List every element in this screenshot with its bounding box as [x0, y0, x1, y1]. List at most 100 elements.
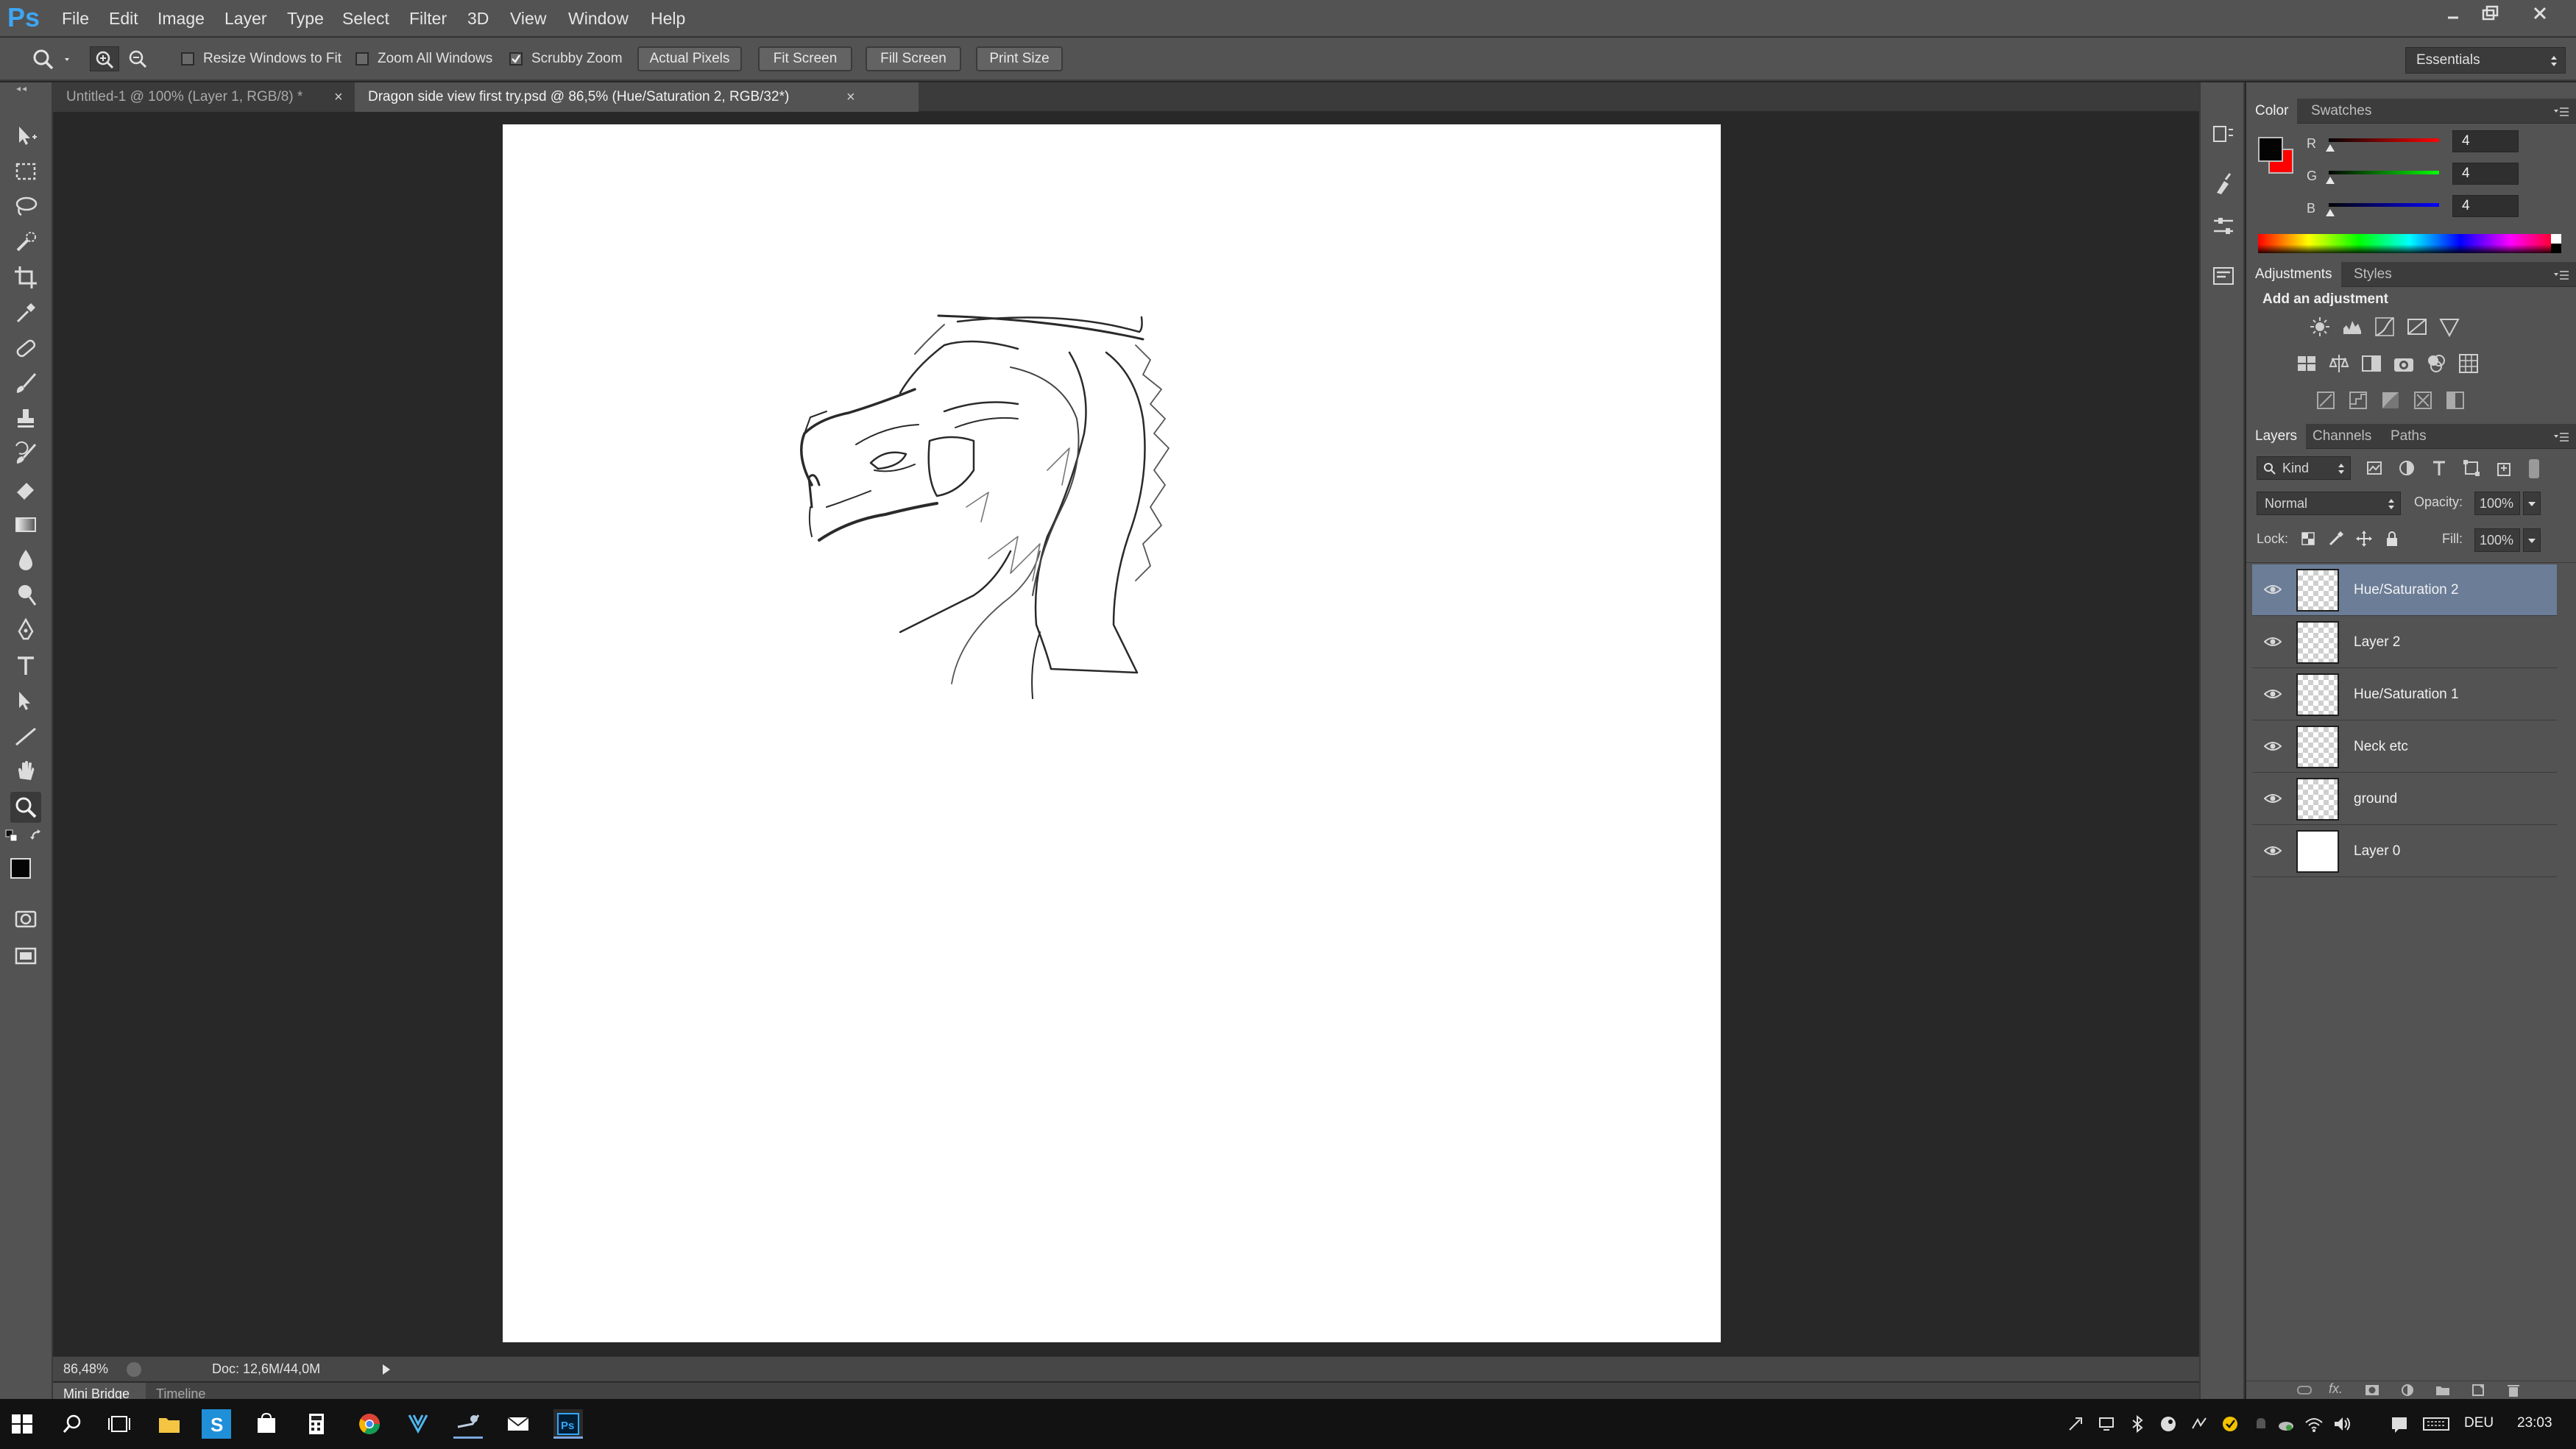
clock[interactable]: 23:03 — [2517, 1415, 2552, 1431]
tab-dragon-psd[interactable]: Dragon side view first try.psd @ 86,5% (… — [355, 82, 919, 112]
levels-icon[interactable] — [2340, 315, 2364, 339]
print-size-button[interactable]: Print Size — [976, 46, 1063, 71]
brush-presets-icon[interactable] — [2209, 171, 2237, 199]
photo-filter-icon[interactable] — [2392, 352, 2416, 375]
visibility-eye-icon[interactable] — [2264, 739, 2282, 754]
lasso-tool-icon[interactable] — [10, 191, 41, 222]
black-white-icon[interactable] — [2360, 352, 2383, 375]
quick-selection-tool-icon[interactable] — [10, 227, 41, 258]
tray-app-icon[interactable] — [2189, 1414, 2209, 1434]
scrubby-zoom-checkbox[interactable] — [509, 52, 523, 65]
channel-g-slider[interactable] — [2329, 171, 2439, 174]
tray-network-monitor-icon[interactable] — [2096, 1414, 2117, 1434]
zoom-tool-icon[interactable] — [10, 792, 41, 823]
tab-paths[interactable]: Paths — [2382, 424, 2435, 449]
search-icon[interactable] — [57, 1409, 87, 1439]
foreground-color-swatch[interactable] — [10, 858, 31, 879]
gradient-map-icon[interactable] — [2444, 389, 2467, 412]
layer-filter-select[interactable]: Kind — [2257, 456, 2351, 480]
layer-style-fx-icon[interactable]: fx. — [2329, 1381, 2343, 1397]
healing-brush-tool-icon[interactable] — [10, 333, 41, 364]
brightness-icon[interactable] — [2308, 315, 2332, 339]
slider-thumb-icon[interactable] — [2326, 144, 2335, 152]
tray-tool-icon[interactable] — [2065, 1414, 2086, 1434]
filter-shape-icon[interactable] — [2460, 456, 2483, 480]
opacity-input[interactable]: 100% — [2474, 492, 2520, 515]
slider-thumb-icon[interactable] — [2326, 177, 2335, 184]
menu-window[interactable]: Window — [568, 0, 629, 37]
menu-image[interactable]: Image — [158, 0, 205, 37]
adjustments-sliders-icon[interactable] — [2209, 212, 2237, 240]
menu-3d[interactable]: 3D — [467, 0, 489, 37]
exposure-icon[interactable] — [2405, 315, 2429, 339]
channel-b-value[interactable]: 4 — [2452, 195, 2519, 217]
hand-tool-icon[interactable] — [10, 757, 41, 787]
new-adjustment-layer-icon[interactable] — [2399, 1383, 2416, 1397]
fill-screen-button[interactable]: Fill Screen — [866, 46, 961, 71]
properties-panel-icon[interactable] — [2209, 262, 2237, 290]
channel-b-slider[interactable] — [2329, 203, 2439, 207]
gradient-tool-icon[interactable] — [10, 509, 41, 540]
lock-pixels-icon[interactable] — [2327, 530, 2345, 548]
type-tool-icon[interactable] — [10, 651, 41, 681]
filter-type-icon[interactable] — [2427, 456, 2451, 480]
zoom-all-windows-checkbox[interactable] — [355, 52, 369, 65]
tab-adjustments[interactable]: Adjustments — [2246, 262, 2341, 287]
color-lookup-icon[interactable] — [2457, 352, 2480, 375]
layer-row[interactable]: Hue/Saturation 2 — [2252, 564, 2557, 616]
volume-icon[interactable] — [2332, 1414, 2352, 1434]
tab-styles[interactable]: Styles — [2345, 262, 2401, 287]
link-layers-icon[interactable] — [2295, 1383, 2314, 1397]
delete-layer-icon[interactable] — [2505, 1383, 2522, 1397]
menu-type[interactable]: Type — [287, 0, 324, 37]
line-tool-icon[interactable] — [10, 721, 41, 752]
calculator-icon[interactable] — [302, 1409, 331, 1439]
menu-help[interactable]: Help — [651, 0, 685, 37]
layer-row[interactable]: Layer 0 — [2252, 826, 2557, 877]
history-brush-tool-icon[interactable] — [10, 439, 41, 470]
color-spectrum-bar[interactable] — [2258, 234, 2561, 253]
panel-menu-icon[interactable] — [2552, 431, 2570, 443]
filter-smart-object-icon[interactable] — [2492, 456, 2516, 480]
brush-tool-icon[interactable] — [10, 368, 41, 399]
chrome-icon[interactable] — [355, 1409, 384, 1439]
channel-r-value[interactable]: 4 — [2452, 130, 2519, 152]
menu-view[interactable]: View — [510, 0, 546, 37]
tab-color[interactable]: Color — [2246, 99, 2298, 124]
threshold-icon[interactable] — [2379, 389, 2402, 412]
move-tool-icon[interactable] — [10, 121, 41, 152]
layer-row[interactable]: ground — [2252, 773, 2557, 825]
visibility-eye-icon[interactable] — [2264, 634, 2282, 649]
new-layer-icon[interactable] — [2470, 1383, 2486, 1397]
screen-mode-icon[interactable] — [10, 940, 41, 971]
tab-close-icon[interactable]: × — [846, 82, 855, 112]
workspace-select[interactable]: Essentials — [2405, 47, 2566, 74]
battlenet-icon[interactable] — [403, 1409, 433, 1439]
close-window-button[interactable] — [2523, 1, 2557, 26]
task-view-icon[interactable] — [105, 1409, 134, 1439]
tray-steam-icon[interactable] — [2158, 1414, 2179, 1434]
curves-icon[interactable] — [2373, 315, 2396, 339]
filter-pixel-icon[interactable] — [2363, 456, 2386, 480]
layer-mask-icon[interactable] — [2364, 1383, 2380, 1397]
tray-notifications-icon[interactable] — [2251, 1414, 2271, 1434]
panel-menu-icon[interactable] — [2552, 269, 2570, 281]
lock-transparent-icon[interactable] — [2299, 530, 2317, 548]
collapse-grip-icon[interactable] — [6, 85, 47, 93]
path-selection-tool-icon[interactable] — [10, 686, 41, 717]
tab-close-icon[interactable]: × — [334, 82, 343, 112]
fill-input[interactable]: 100% — [2474, 528, 2520, 552]
color-panel-foreground[interactable] — [2258, 137, 2283, 162]
input-language[interactable]: DEU — [2464, 1415, 2494, 1431]
color-balance-icon[interactable] — [2327, 352, 2351, 375]
filter-toggle-switch[interactable] — [2529, 459, 2539, 478]
tab-channels[interactable]: Channels — [2304, 424, 2380, 449]
tab-swatches[interactable]: Swatches — [2302, 99, 2380, 124]
default-colors-icon[interactable] — [4, 829, 19, 843]
file-explorer-icon[interactable] — [155, 1409, 184, 1439]
status-info-icon[interactable] — [127, 1362, 141, 1377]
minimize-button[interactable] — [2436, 1, 2470, 26]
marquee-tool-icon[interactable] — [10, 156, 41, 187]
filter-adjustment-icon[interactable] — [2395, 456, 2418, 480]
steam-icon[interactable] — [453, 1409, 483, 1439]
